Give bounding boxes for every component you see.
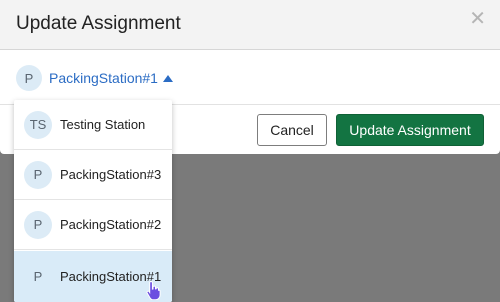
- cancel-button[interactable]: Cancel: [257, 114, 327, 146]
- dialog-header: Update Assignment ✕: [0, 0, 500, 50]
- station-avatar: P: [16, 65, 42, 91]
- station-avatar: P: [33, 269, 43, 284]
- station-avatar: TS: [24, 110, 52, 139]
- station-dropdown: TS Testing Station P PackingStation#3 P …: [14, 100, 172, 302]
- station-avatar: P: [24, 160, 52, 189]
- dropdown-item-label: Testing Station: [60, 117, 146, 132]
- selected-station-label[interactable]: PackingStation#1: [49, 70, 158, 86]
- close-icon[interactable]: ✕: [469, 9, 486, 29]
- station-selector[interactable]: P PackingStation#1: [16, 63, 173, 93]
- dropdown-item-packingstation-2[interactable]: P PackingStation#2: [14, 200, 172, 250]
- station-avatar: P: [24, 210, 52, 239]
- dropdown-item-testing-station[interactable]: TS Testing Station: [14, 100, 172, 150]
- caret-up-icon[interactable]: [162, 74, 173, 82]
- dialog-title: Update Assignment: [16, 13, 181, 34]
- dropdown-item-label: PackingStation#2: [60, 217, 162, 232]
- dropdown-item-label: PackingStation#3: [60, 167, 162, 182]
- dropdown-item-packingstation-3[interactable]: P PackingStation#3: [14, 150, 172, 200]
- hand-pointer-icon: [146, 280, 161, 300]
- update-assignment-button[interactable]: Update Assignment: [336, 114, 484, 146]
